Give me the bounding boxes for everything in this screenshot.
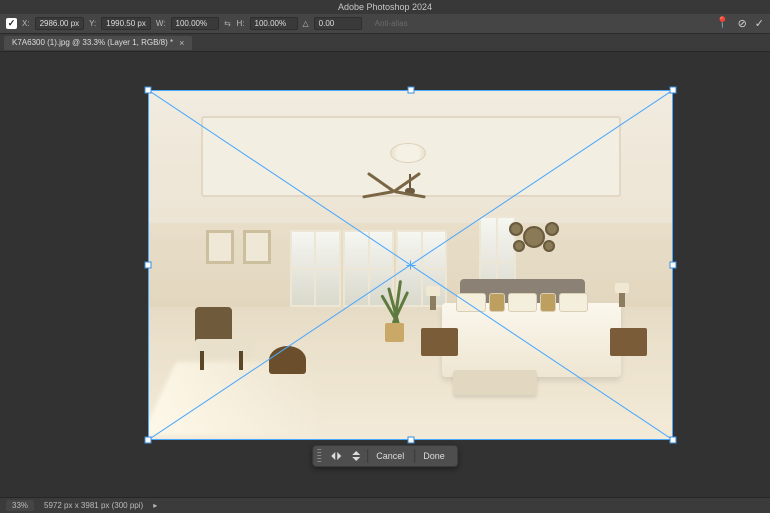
document-tab-strip: K7A6300 (1).jpg @ 33.3% (Layer 1, RGB/8)… bbox=[0, 34, 770, 52]
y-field[interactable]: 1990.50 px bbox=[101, 17, 151, 30]
x-field[interactable]: 2986.00 px bbox=[35, 17, 85, 30]
transform-confirm-bar: Cancel Done bbox=[312, 445, 458, 467]
workspace: Cancel Done bbox=[0, 52, 770, 495]
status-bar: 33% 5972 px x 3981 px (300 ppi) ▸ bbox=[0, 497, 770, 513]
x-label: X: bbox=[22, 19, 30, 28]
nightstand bbox=[421, 328, 458, 356]
y-label: Y: bbox=[89, 19, 96, 28]
h-field[interactable]: 100.00% bbox=[250, 17, 298, 30]
window-group bbox=[290, 230, 448, 307]
cancel-button[interactable]: Cancel bbox=[367, 449, 412, 463]
app-title: Adobe Photoshop 2024 bbox=[338, 2, 432, 12]
angle-label: △ bbox=[303, 19, 309, 28]
canvas-container bbox=[148, 90, 673, 440]
antialias-label: Anti-alias bbox=[375, 19, 408, 28]
wall-art bbox=[206, 230, 234, 264]
nightstand bbox=[610, 328, 647, 356]
side-table bbox=[269, 346, 306, 374]
bed bbox=[442, 279, 621, 377]
link-aspect-icon[interactable]: ⇆ bbox=[224, 19, 232, 28]
ceiling-fan bbox=[400, 174, 420, 202]
flip-horizontal-icon[interactable] bbox=[327, 447, 345, 465]
wall-art bbox=[243, 230, 271, 264]
title-bar: Adobe Photoshop 2024 bbox=[0, 0, 770, 14]
bench bbox=[453, 370, 537, 395]
w-field[interactable]: 100.00% bbox=[171, 17, 219, 30]
commit-checkbox[interactable]: ✓ bbox=[6, 18, 17, 29]
document-tab[interactable]: K7A6300 (1).jpg @ 33.3% (Layer 1, RGB/8)… bbox=[4, 36, 192, 50]
angle-field[interactable]: 0.00 bbox=[314, 17, 362, 30]
zoom-level[interactable]: 33% bbox=[6, 500, 34, 511]
w-label: W: bbox=[156, 19, 166, 28]
done-button[interactable]: Done bbox=[414, 449, 453, 463]
canvas-image[interactable] bbox=[148, 90, 673, 440]
options-bar: ✓ X: 2986.00 px Y: 1990.50 px W: 100.00%… bbox=[0, 14, 770, 34]
document-info: 5972 px x 3981 px (300 ppi) bbox=[44, 501, 143, 510]
h-label: H: bbox=[237, 19, 245, 28]
pin-icon[interactable]: 📍 bbox=[716, 16, 730, 29]
document-tab-label: K7A6300 (1).jpg @ 33.3% (Layer 1, RGB/8)… bbox=[12, 38, 173, 47]
armchair bbox=[195, 307, 269, 370]
drag-grip-icon[interactable] bbox=[317, 449, 321, 463]
lamp bbox=[615, 283, 629, 307]
lamp bbox=[426, 286, 440, 310]
flip-vertical-icon[interactable] bbox=[347, 447, 365, 465]
close-icon[interactable]: × bbox=[179, 38, 184, 48]
cancel-transform-icon[interactable]: ⊘ bbox=[738, 17, 747, 30]
commit-transform-icon[interactable]: ✓ bbox=[755, 17, 764, 30]
chevron-right-icon[interactable]: ▸ bbox=[153, 501, 157, 510]
wall-decor bbox=[505, 220, 563, 256]
plant bbox=[379, 279, 411, 342]
